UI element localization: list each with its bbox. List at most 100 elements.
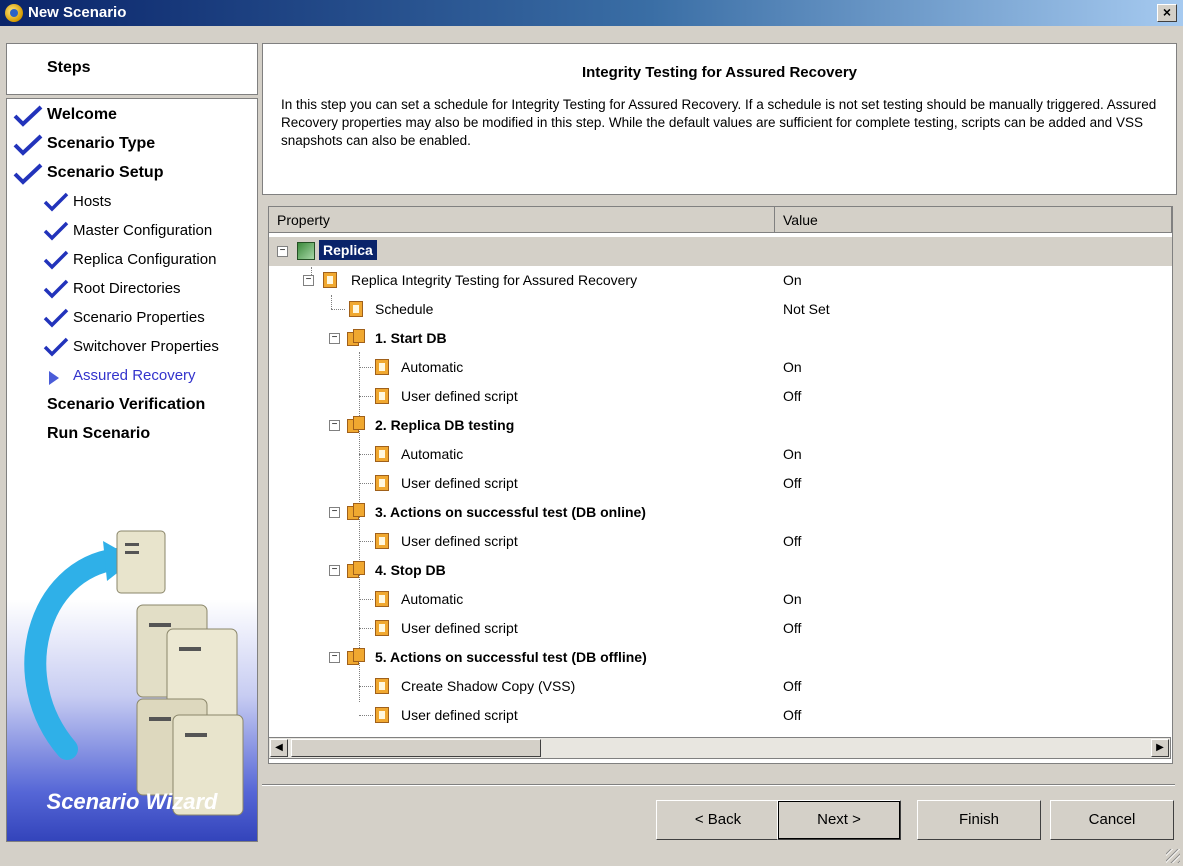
check-icon	[43, 250, 69, 270]
tree-line	[359, 396, 373, 397]
page-title: Integrity Testing for Assured Recovery	[581, 64, 858, 81]
tree-row-group[interactable]: − 3. Actions on successful test (DB onli…	[269, 498, 1172, 527]
collapse-toggle-icon[interactable]: −	[329, 565, 340, 576]
group-icon	[347, 416, 367, 434]
tree-row[interactable]: − Replica Integrity Testing for Assured …	[269, 266, 1172, 295]
column-header-value[interactable]: Value	[775, 207, 1172, 233]
row-name: 3. Actions on successful test (DB online…	[375, 504, 646, 520]
tree-row[interactable]: Automatic On	[269, 353, 1172, 382]
tree-row[interactable]: Schedule Not Set	[269, 295, 1172, 324]
row-value[interactable]: Off	[783, 533, 801, 549]
step-hosts: Hosts	[73, 193, 112, 210]
tree-row-replica[interactable]: − Replica	[269, 237, 1172, 266]
resize-grip-icon[interactable]	[1166, 849, 1180, 863]
row-name: Replica Integrity Testing for Assured Re…	[351, 272, 638, 288]
close-button[interactable]: ×	[1157, 4, 1177, 22]
tree-row[interactable]: Automatic On	[269, 585, 1172, 614]
wizard-label: Scenario Wizard	[46, 789, 218, 814]
check-icon	[43, 279, 69, 299]
tree-row[interactable]: User defined script Off	[269, 527, 1172, 556]
tree-line	[359, 686, 373, 687]
page-description: In this step you can set a schedule for …	[281, 97, 1157, 148]
property-icon	[323, 272, 337, 288]
property-icon	[349, 301, 363, 317]
finish-button[interactable]: Finish	[917, 800, 1041, 840]
separator	[262, 784, 1175, 786]
row-value[interactable]: On	[783, 446, 802, 462]
collapse-toggle-icon[interactable]: −	[329, 420, 340, 431]
step-assured-recovery: Assured Recovery	[73, 367, 196, 384]
property-icon	[375, 388, 389, 404]
app-icon	[5, 4, 23, 22]
tree-line	[359, 454, 373, 455]
property-icon	[375, 533, 389, 549]
property-icon	[375, 475, 389, 491]
tree-row[interactable]: User defined script Off	[269, 469, 1172, 498]
property-icon	[375, 707, 389, 723]
row-value[interactable]: Off	[783, 678, 801, 694]
scroll-left-icon[interactable]: ◀	[270, 739, 288, 757]
step-welcome: Welcome	[47, 106, 117, 123]
tree-row[interactable]: Automatic On	[269, 440, 1172, 469]
tree-line	[359, 483, 373, 484]
row-name: User defined script	[401, 707, 518, 723]
check-icon	[13, 105, 43, 127]
row-value[interactable]: Not Set	[783, 301, 830, 317]
cancel-button[interactable]: Cancel	[1050, 800, 1174, 840]
row-value[interactable]: On	[783, 272, 802, 288]
property-grid: Property Value − Replica − Replica Integ…	[268, 206, 1173, 764]
step-replica-configuration: Replica Configuration	[73, 251, 217, 268]
group-icon	[347, 648, 367, 666]
property-icon	[375, 359, 389, 375]
row-name: Replica	[319, 240, 377, 260]
column-header-property[interactable]: Property	[269, 207, 775, 233]
tree-line	[359, 367, 373, 368]
row-value[interactable]: On	[783, 359, 802, 375]
collapse-toggle-icon[interactable]: −	[329, 652, 340, 663]
tree-row-group[interactable]: − 4. Stop DB	[269, 556, 1172, 585]
check-icon	[43, 221, 69, 241]
row-name: 2. Replica DB testing	[375, 417, 515, 433]
tree-row[interactable]: Create Shadow Copy (VSS) Off	[269, 672, 1172, 701]
step-switchover-properties: Switchover Properties	[73, 338, 219, 355]
step-master-configuration: Master Configuration	[73, 222, 213, 239]
tree-row-group[interactable]: − 2. Replica DB testing	[269, 411, 1172, 440]
property-icon	[375, 678, 389, 694]
collapse-toggle-icon[interactable]: −	[329, 333, 340, 344]
tree-row[interactable]: User defined script Off	[269, 701, 1172, 730]
row-value[interactable]: On	[783, 591, 802, 607]
horizontal-scrollbar[interactable]: ◀ ▶	[268, 737, 1171, 759]
property-icon	[375, 620, 389, 636]
main-header: Integrity Testing for Assured Recovery I…	[262, 43, 1177, 195]
steps-header: Steps	[6, 43, 258, 95]
step-scenario-verification: Scenario Verification	[47, 396, 206, 413]
collapse-toggle-icon[interactable]: −	[303, 275, 314, 286]
title-bar: New Scenario ×	[0, 0, 1183, 26]
back-button[interactable]: < Back	[656, 800, 780, 840]
step-scenario-type: Scenario Type	[47, 135, 156, 152]
check-icon	[13, 163, 43, 185]
tree-row[interactable]: User defined script Off	[269, 614, 1172, 643]
step-root-directories: Root Directories	[73, 280, 181, 297]
row-value[interactable]: Off	[783, 620, 801, 636]
row-name: User defined script	[401, 388, 518, 404]
row-value[interactable]: Off	[783, 707, 801, 723]
row-name: Automatic	[401, 446, 464, 462]
scroll-thumb[interactable]	[291, 739, 541, 757]
tree-row[interactable]: User defined script Off	[269, 382, 1172, 411]
collapse-toggle-icon[interactable]: −	[277, 246, 288, 257]
row-value[interactable]: Off	[783, 388, 801, 404]
next-button[interactable]: Next >	[777, 800, 901, 840]
scroll-right-icon[interactable]: ▶	[1151, 739, 1169, 757]
tree-row-group[interactable]: − 1. Start DB	[269, 324, 1172, 353]
group-icon	[347, 329, 367, 347]
collapse-toggle-icon[interactable]: −	[329, 507, 340, 518]
window-title: New Scenario	[28, 4, 127, 21]
row-name: User defined script	[401, 533, 518, 549]
step-scenario-setup: Scenario Setup	[47, 164, 164, 181]
row-value[interactable]: Off	[783, 475, 801, 491]
tree-line	[359, 715, 373, 716]
tree-row-group[interactable]: − 5. Actions on successful test (DB offl…	[269, 643, 1172, 672]
check-icon	[13, 134, 43, 156]
step-run-scenario: Run Scenario	[47, 425, 151, 442]
